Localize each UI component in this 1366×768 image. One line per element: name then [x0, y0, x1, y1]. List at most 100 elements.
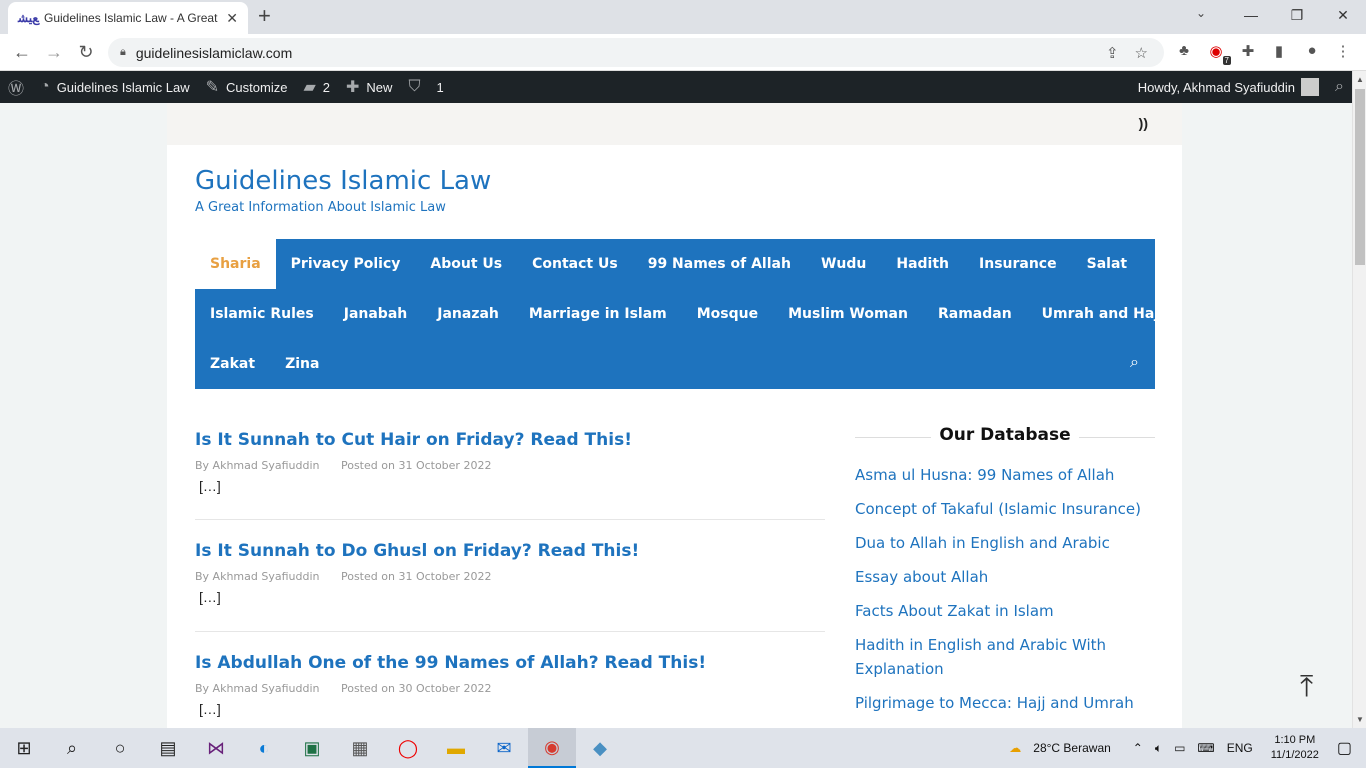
edge-icon[interactable]: ◐ — [240, 728, 288, 768]
nav-item-about-us[interactable]: About Us — [415, 239, 517, 289]
admin-new[interactable]: ✚ New — [338, 71, 400, 103]
store-icon[interactable]: ▦ — [336, 728, 384, 768]
nav-item-islamic-rules[interactable]: Islamic Rules — [195, 289, 329, 339]
reload-icon[interactable]: ↻ — [74, 41, 98, 63]
lock-icon[interactable]: 🔒︎ — [120, 46, 126, 59]
nav-item-99-names[interactable]: 99 Names of Allah — [633, 239, 806, 289]
nav-item-privacy-policy[interactable]: Privacy Policy — [276, 239, 416, 289]
forward-arrow-icon[interactable]: → — [42, 41, 66, 63]
post-author[interactable]: By Akhmad Syafiuddin — [195, 459, 319, 472]
chrome-icon[interactable]: ◉ — [528, 728, 576, 768]
list-item[interactable]: Hadith in English and Arabic With Explan… — [855, 633, 1155, 681]
restore-icon[interactable]: ❐ — [1274, 0, 1320, 30]
admin-site-name[interactable]: ◔ Guidelines Islamic Law — [32, 71, 198, 103]
close-icon[interactable]: ✕ — [226, 10, 238, 27]
windows-start-icon[interactable]: ⊞ — [0, 728, 48, 768]
nav-item-umrah-hajj[interactable]: Umrah and Hajj — [1027, 289, 1179, 339]
post-title[interactable]: Is It Sunnah to Do Ghusl on Friday? Read… — [195, 541, 825, 561]
visual-studio-icon[interactable]: ⋈ — [192, 728, 240, 768]
nav-item-salat[interactable]: Salat — [1072, 239, 1142, 289]
excel-icon[interactable]: ▣ — [288, 728, 336, 768]
browser-tab[interactable]: ﻊﻴﺸ Guidelines Islamic Law - A Great ✕ — [8, 2, 248, 34]
post-excerpt: […] — [199, 589, 221, 605]
post-author[interactable]: By Akhmad Syafiuddin — [195, 570, 319, 583]
site-topbar: )) — [167, 103, 1182, 145]
nav-item-insurance[interactable]: Insurance — [964, 239, 1072, 289]
file-explorer-icon[interactable]: ▬ — [432, 728, 480, 768]
nav-item-mosque[interactable]: Mosque — [682, 289, 773, 339]
nav-row: Sharia Privacy Policy About Us Contact U… — [195, 239, 1155, 289]
language-indicator[interactable]: ENG — [1227, 741, 1253, 755]
search-icon[interactable]: ⌕ — [48, 728, 96, 768]
post-meta: By Akhmad Syafiuddin Posted on 30 Octobe… — [195, 682, 825, 695]
opera-extension-icon[interactable]: ◉ 7 — [1205, 42, 1231, 65]
system-tray: ☁ 28°C Berawan ⌃ 🔈︎ ▭ ⌨ ENG 1:10 PM 11/1… — [1003, 728, 1366, 768]
nav-item-sharia[interactable]: Sharia — [195, 239, 276, 289]
notepad-icon[interactable]: ◆ — [576, 728, 624, 768]
back-to-top-arrow-icon[interactable]: ⤒ — [1300, 672, 1313, 702]
scroll-down-arrow-icon[interactable]: ▼ — [1356, 715, 1364, 724]
scroll-thumb[interactable] — [1355, 89, 1365, 265]
list-item[interactable]: Pilgrimage to Mecca: Hajj and Umrah — [855, 691, 1155, 715]
back-arrow-icon[interactable]: ← — [10, 41, 34, 63]
post-title[interactable]: Is Abdullah One of the 99 Names of Allah… — [195, 653, 825, 673]
puzzle-extensions-icon[interactable]: ✚ — [1237, 42, 1259, 60]
site-tagline: A Great Information About Islamic Law — [195, 200, 446, 215]
nav-item-zina[interactable]: Zina — [270, 339, 334, 389]
profile-icon[interactable]: ● — [1301, 42, 1323, 59]
new-tab-plus-icon[interactable]: + — [258, 4, 271, 28]
nav-item-janabah[interactable]: Janabah — [329, 289, 423, 339]
nav-item-janazah[interactable]: Janazah — [422, 289, 514, 339]
weather-cloud-icon[interactable]: ☁ — [1009, 741, 1021, 755]
site-title[interactable]: Guidelines Islamic Law — [195, 166, 491, 196]
nav-item-contact-us[interactable]: Contact Us — [517, 239, 633, 289]
list-item[interactable]: Dua to Allah in English and Arabic — [855, 531, 1155, 555]
list-item[interactable]: Concept of Takaful (Islamic Insurance) — [855, 497, 1155, 521]
side-panel-icon[interactable]: ▮ — [1268, 42, 1290, 60]
rss-icon[interactable]: )) — [1139, 115, 1148, 131]
nav-item-muslim-woman[interactable]: Muslim Woman — [773, 289, 923, 339]
opera-icon[interactable]: ◯ — [384, 728, 432, 768]
tab-search-chevron-icon[interactable]: ⌄ — [1196, 6, 1206, 20]
minimize-icon[interactable]: — — [1228, 0, 1274, 30]
wp-logo-menu[interactable]: Ⓦ — [0, 71, 32, 103]
nav-item-hadith[interactable]: Hadith — [881, 239, 964, 289]
window-close-icon[interactable]: ✕ — [1320, 0, 1366, 30]
address-bar[interactable]: 🔒︎ guidelinesislamiclaw.com ⇪ ☆ — [108, 38, 1164, 67]
weather-text[interactable]: 28°C Berawan — [1033, 741, 1111, 755]
share-icon[interactable]: ⇪ — [1106, 44, 1119, 62]
admin-search[interactable]: ⌕ — [1327, 71, 1352, 103]
post-author[interactable]: By Akhmad Syafiuddin — [195, 682, 319, 695]
post-title[interactable]: Is It Sunnah to Cut Hair on Friday? Read… — [195, 430, 825, 450]
admin-comments[interactable]: ▰ 2 — [295, 71, 338, 103]
list-item[interactable]: Asma ul Husna: 99 Names of Allah — [855, 463, 1155, 487]
comments-count: 2 — [322, 79, 331, 95]
clock[interactable]: 1:10 PM 11/1/2022 — [1271, 733, 1319, 763]
nav-item-ramadan[interactable]: Ramadan — [923, 289, 1027, 339]
cortana-circle-icon[interactable]: ○ — [96, 728, 144, 768]
nav-search-icon[interactable]: ⌕ — [1130, 354, 1139, 372]
battery-icon[interactable]: ▭ — [1174, 741, 1185, 755]
admin-yoast[interactable]: ⛉ 1 — [400, 71, 451, 103]
page-scrollbar[interactable]: ▲ ▼ — [1352, 71, 1366, 728]
menu-dots-icon[interactable]: ⋮ — [1332, 42, 1354, 60]
keyboard-icon[interactable]: ⌨ — [1197, 741, 1214, 755]
volume-icon[interactable]: 🔈︎ — [1155, 741, 1162, 756]
scroll-up-arrow-icon[interactable]: ▲ — [1356, 75, 1364, 84]
tray-chevron-icon[interactable]: ⌃ — [1133, 741, 1143, 755]
site-container: )) Guidelines Islamic Law A Great Inform… — [167, 103, 1182, 728]
nav-item-marriage[interactable]: Marriage in Islam — [514, 289, 682, 339]
post-meta: By Akhmad Syafiuddin Posted on 31 Octobe… — [195, 570, 825, 583]
task-view-icon[interactable]: ▤ — [144, 728, 192, 768]
post-entry: Is It Sunnah to Do Ghusl on Friday? Read… — [195, 541, 825, 605]
notifications-icon[interactable]: ▢ — [1337, 738, 1352, 758]
admin-account[interactable]: Howdy, Akhmad Syafiuddin — [1130, 71, 1327, 103]
list-item[interactable]: Facts About Zakat in Islam — [855, 599, 1155, 623]
extension-leaf-icon[interactable]: ♣ — [1173, 42, 1195, 59]
nav-item-zakat[interactable]: Zakat — [195, 339, 270, 389]
list-item[interactable]: Essay about Allah — [855, 565, 1155, 589]
bookmark-star-icon[interactable]: ☆ — [1135, 44, 1148, 62]
nav-item-wudu[interactable]: Wudu — [806, 239, 881, 289]
mail-icon[interactable]: ✉ — [480, 728, 528, 768]
admin-customize[interactable]: ✎ Customize — [198, 71, 296, 103]
